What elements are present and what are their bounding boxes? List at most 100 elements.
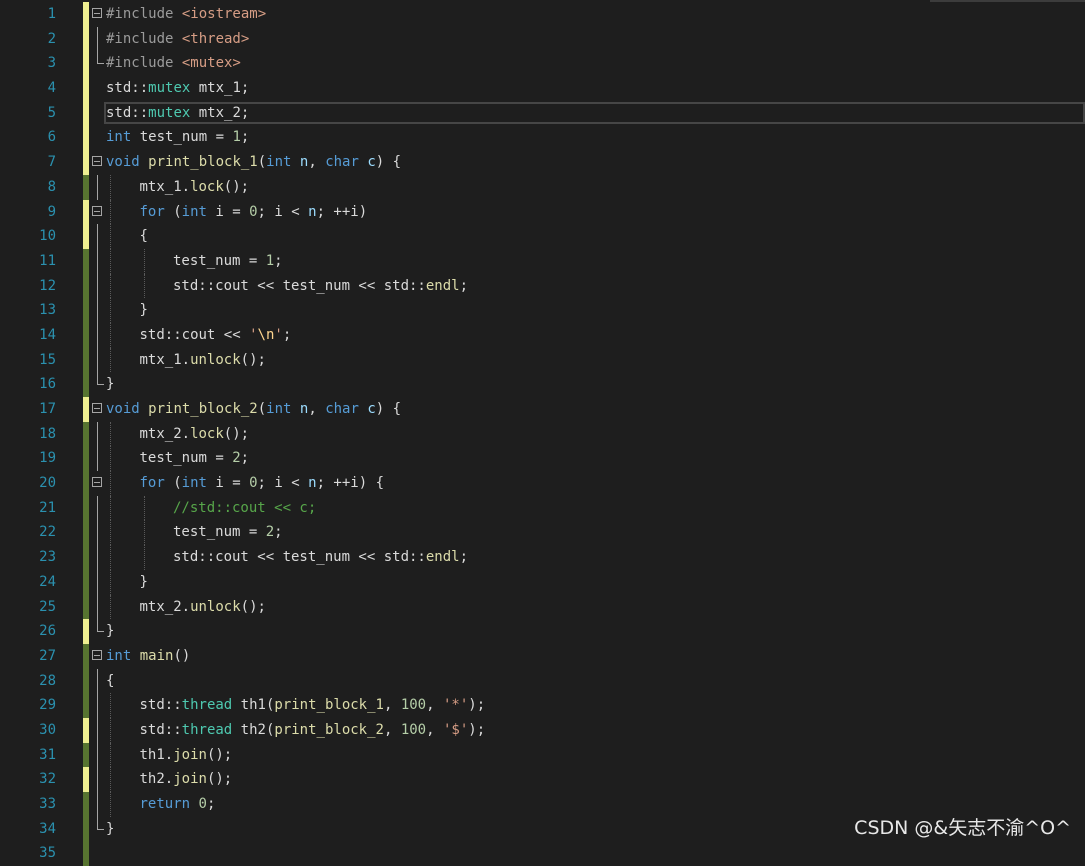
- code-line[interactable]: 25 mtx_2.unlock();: [0, 594, 1085, 620]
- code-line[interactable]: 16}: [0, 372, 1085, 397]
- change-marker: [83, 347, 89, 373]
- fold-guide: [97, 520, 98, 546]
- code-token: std::cout <<: [139, 326, 250, 343]
- fold-guide: [97, 298, 98, 323]
- code-line[interactable]: 22 test_num = 2;: [0, 520, 1085, 546]
- line-number: 6: [47, 129, 56, 146]
- change-marker: [83, 421, 89, 447]
- code-line[interactable]: 23 std::cout << test_num << std::endl;: [0, 545, 1085, 570]
- code-line[interactable]: 20 for (int i = 0; i < n; ++i) {: [0, 471, 1085, 496]
- code-token: ': [274, 326, 283, 343]
- code-token: 100: [400, 697, 427, 714]
- code-line[interactable]: 1 #include <iostream>: [0, 2, 1085, 27]
- code-line[interactable]: 24}: [0, 569, 1085, 595]
- code-token: print_block_2: [148, 401, 258, 417]
- code-line[interactable]: 7 void print_block_1(int n, char c) {: [0, 150, 1085, 175]
- indent-guide: [110, 594, 111, 620]
- line-number: 23: [39, 549, 56, 566]
- code-token: std::cout << test_num << std::: [173, 549, 426, 566]
- code-line[interactable]: 14 std::cout << '\n';: [0, 322, 1085, 348]
- code-line[interactable]: 2 #include <thread>: [0, 26, 1085, 52]
- change-marker: [83, 520, 89, 546]
- code-token: 1: [232, 129, 241, 146]
- code-token: '*': [442, 697, 469, 714]
- fold-collapse-icon[interactable]: [92, 649, 102, 660]
- line-number: 27: [39, 647, 56, 664]
- code-line[interactable]: 11 test_num = 1;: [0, 248, 1085, 274]
- code-line[interactable]: 17 void print_block_2(int n, char c) {: [0, 397, 1085, 422]
- code-token: test_num =: [173, 252, 266, 269]
- code-token: ,: [383, 697, 401, 714]
- code-token: lock: [190, 425, 224, 442]
- code-token: void: [106, 401, 140, 417]
- fold-collapse-icon[interactable]: [92, 403, 102, 413]
- code-line[interactable]: 30 std::thread th2(print_block_2, 100, '$…: [0, 717, 1085, 743]
- code-line[interactable]: 31 th1.join();: [0, 742, 1085, 768]
- code-text: std::thread th1(print_block_1, 100, '*')…: [140, 693, 486, 718]
- code-line[interactable]: 19 test_num = 2;: [0, 446, 1085, 472]
- code-text: std::mutex mtx_1;: [106, 76, 249, 101]
- code-line[interactable]: 13}: [0, 298, 1085, 323]
- code-token: ,: [308, 401, 326, 417]
- code-line[interactable]: 12 std::cout << test_num << std::endl;: [0, 273, 1085, 299]
- code-token: 1: [265, 252, 275, 269]
- code-token: ;: [459, 277, 469, 294]
- code-line[interactable]: 27 int main(): [0, 643, 1085, 669]
- code-line[interactable]: 10 {: [0, 224, 1085, 249]
- change-marker: [83, 199, 89, 225]
- indent-guide: [143, 520, 145, 546]
- code-text: mtx_2.unlock();: [140, 595, 266, 620]
- fold-collapse-icon[interactable]: [92, 205, 102, 216]
- fold-guide: [97, 594, 98, 620]
- code-token: i =: [206, 203, 250, 220]
- fold-guide: [97, 322, 98, 348]
- indent-guide: [110, 224, 111, 249]
- fold-collapse-icon[interactable]: [92, 477, 102, 488]
- code-line[interactable]: 32 th2.join();: [0, 767, 1085, 792]
- code-token: print_block_1: [274, 697, 384, 714]
- code-token: i =: [206, 475, 250, 492]
- code-token: unlock: [190, 598, 241, 615]
- code-token: }: [106, 820, 115, 837]
- code-editor[interactable]: 1 #include <iostream> 2 #include <thread> 3 #…: [0, 0, 1085, 866]
- code-token: ();: [240, 598, 266, 615]
- line-number: 12: [39, 277, 56, 294]
- code-token: );: [468, 721, 486, 738]
- code-line[interactable]: 4 std::mutex mtx_1;: [0, 76, 1085, 101]
- fold-collapse-icon[interactable]: [92, 156, 102, 167]
- fold-end-marker: [97, 384, 104, 386]
- code-line[interactable]: 28 {: [0, 668, 1085, 694]
- code-token: ;: [274, 524, 283, 541]
- line-number: 7: [47, 154, 56, 171]
- code-text: th1.join();: [140, 743, 233, 768]
- code-token: print_block_2: [274, 721, 384, 738]
- code-line[interactable]: 8 mtx_1.lock();: [0, 174, 1085, 200]
- code-text: mtx_2.lock();: [140, 422, 250, 447]
- code-line[interactable]: 18 mtx_2.lock();: [0, 421, 1085, 447]
- code-token: test_num =: [131, 129, 233, 146]
- code-token: mtx_2.: [139, 598, 191, 615]
- code-line[interactable]: 15 mtx_1.unlock();: [0, 347, 1085, 373]
- change-marker: [83, 717, 89, 743]
- code-token: for: [139, 203, 165, 220]
- code-line[interactable]: 5 std::mutex mtx_2;: [0, 100, 1085, 126]
- line-number: 4: [47, 80, 56, 97]
- code-line[interactable]: 21 //std::cout << c;: [0, 495, 1085, 521]
- code-token: int: [266, 154, 292, 171]
- code-text: void print_block_1(int n, char c) {: [106, 150, 401, 175]
- code-line[interactable]: 26}: [0, 619, 1085, 644]
- code-line[interactable]: 35: [0, 841, 1085, 866]
- line-number: 1: [47, 6, 56, 22]
- code-line[interactable]: 3 #include <mutex>: [0, 51, 1085, 77]
- code-line[interactable]: 29 std::thread th1(print_block_1, 100, '*…: [0, 693, 1085, 718]
- fold-guide: [97, 174, 98, 200]
- code-line[interactable]: 6 int test_num = 1;: [0, 125, 1085, 151]
- fold-guide: [97, 792, 98, 817]
- code-line[interactable]: 9 for (int i = 0; i < n; ++i): [0, 199, 1085, 225]
- fold-collapse-icon[interactable]: [92, 8, 102, 18]
- code-token: void: [106, 154, 140, 171]
- indent-guide: [110, 792, 111, 817]
- code-token: ; ++i) {: [316, 475, 384, 492]
- indent-guide: [110, 767, 111, 792]
- fold-guide: [97, 248, 98, 274]
